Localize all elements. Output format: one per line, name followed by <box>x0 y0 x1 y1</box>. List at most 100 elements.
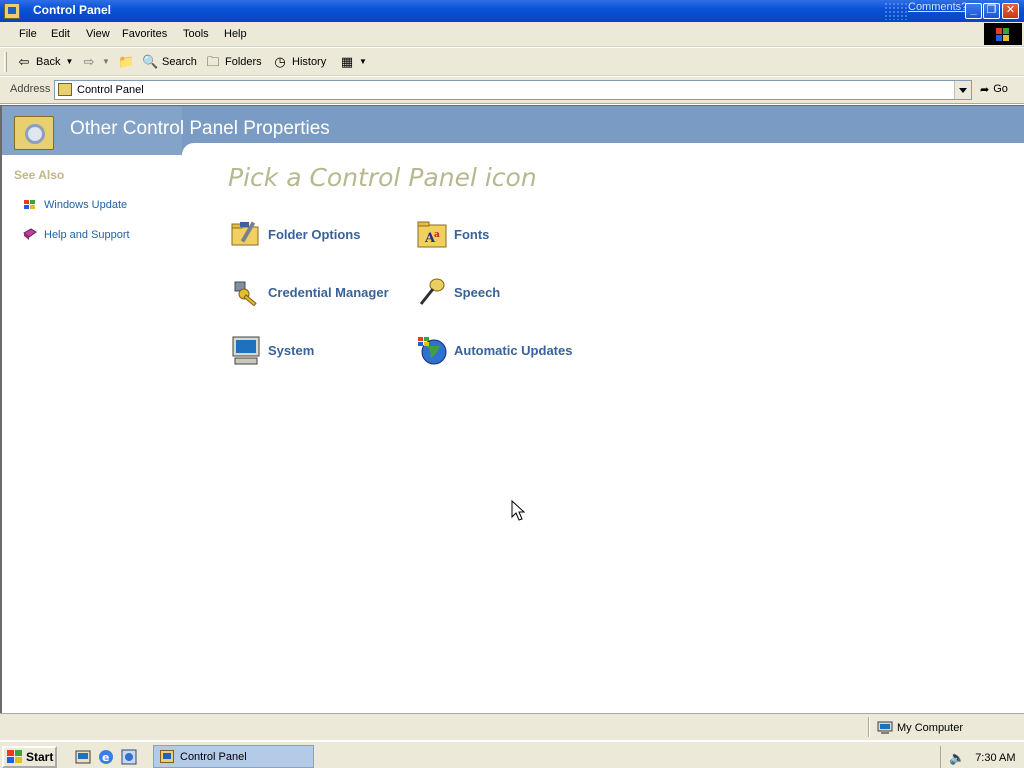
menu-favorites[interactable]: Favorites <box>122 28 167 40</box>
mouse-pointer-icon <box>511 500 525 521</box>
address-label: Address <box>10 83 51 95</box>
taskbar-task-label: Control Panel <box>180 750 247 763</box>
system-label: System <box>268 342 315 358</box>
menu-file[interactable]: File <box>19 28 37 40</box>
start-button[interactable]: Start <box>2 746 57 768</box>
folders-label: Folders <box>225 56 262 68</box>
standard-toolbar: ⇦ Back ▼ ⇨ ▼ 📁 🔍 Search 🗀 Folders ◷ Hist… <box>0 48 1024 76</box>
header-banner: Other Control Panel Properties <box>2 106 1024 155</box>
zone-indicator: My Computer <box>877 721 963 735</box>
history-icon: ◷ <box>274 54 286 69</box>
folder-options-icon <box>231 221 259 246</box>
see-also-panel: See Also Windows Update Help and Support <box>14 168 130 250</box>
automatic-updates-label: Automatic Updates <box>454 342 573 358</box>
restore-button[interactable]: ❐ <box>983 3 1000 19</box>
start-label: Start <box>26 750 54 764</box>
system-tray: 🔈 7:30 AM <box>940 746 1024 768</box>
my-computer-icon <box>877 721 893 734</box>
folder-options-label: Folder Options <box>268 226 361 242</box>
status-bar: My Computer <box>0 713 1024 740</box>
folder-options-item[interactable]: Folder Options <box>230 218 360 250</box>
svg-text:e: e <box>102 751 109 764</box>
control-panel-icon <box>58 83 72 96</box>
menu-view[interactable]: View <box>86 28 110 40</box>
svg-text:a: a <box>434 230 440 240</box>
windows-update-link[interactable]: Windows Update <box>14 190 130 220</box>
explorer-icon[interactable] <box>120 748 138 766</box>
up-folder-icon: 📁 <box>118 54 135 69</box>
menu-edit[interactable]: Edit <box>51 28 70 40</box>
speech-item[interactable]: Speech <box>416 276 500 308</box>
views-icon: ▦ <box>340 54 354 69</box>
history-label: History <box>292 56 327 68</box>
windows-update-label: Windows Update <box>44 199 128 211</box>
clock[interactable]: 7:30 AM <box>975 752 1015 764</box>
address-dropdown-button[interactable] <box>954 81 971 99</box>
banner-title: Other Control Panel Properties <box>70 118 330 139</box>
control-panel-icon <box>160 750 174 763</box>
show-desktop-icon[interactable] <box>74 748 92 766</box>
go-button[interactable]: ➦ Go <box>980 83 1008 96</box>
toolbar-grip[interactable] <box>4 52 7 72</box>
forward-button[interactable]: ⇨ ▼ <box>81 55 111 69</box>
control-panel-folder-icon <box>14 116 54 150</box>
views-button[interactable]: ▦ ▼ <box>339 55 367 69</box>
address-bar: Address Control Panel ➦ Go <box>0 77 1024 104</box>
speech-label: Speech <box>454 284 501 300</box>
menu-help[interactable]: Help <box>224 28 247 40</box>
help-book-icon <box>23 228 37 240</box>
taskbar-control-panel[interactable]: Control Panel <box>153 745 314 768</box>
banner-tab <box>182 143 1024 155</box>
back-button[interactable]: ⇦ Back ▼ <box>16 55 74 69</box>
globe-icon <box>418 337 447 365</box>
menu-bar: File Edit View Favorites Tools Help <box>0 22 1024 47</box>
pick-heading: Pick a Control Panel icon <box>228 163 537 192</box>
minimize-button[interactable]: _ <box>965 3 982 19</box>
folders-icon: 🗀 <box>206 54 220 69</box>
forward-arrow-icon: ⇨ <box>83 54 95 69</box>
system-item[interactable]: System <box>230 334 314 366</box>
folders-button[interactable]: 🗀 Folders <box>205 54 262 69</box>
see-also-header: See Also <box>14 168 65 182</box>
automatic-updates-item[interactable]: Automatic Updates <box>416 334 572 366</box>
zone-label: My Computer <box>897 722 964 734</box>
address-input[interactable]: Control Panel <box>54 80 972 100</box>
help-and-support-link[interactable]: Help and Support <box>14 220 130 250</box>
volume-icon[interactable]: 🔈 <box>949 750 965 766</box>
go-arrow-icon: ➦ <box>980 84 990 96</box>
chevron-down-icon[interactable]: ▼ <box>101 55 111 69</box>
up-folder-button[interactable]: 📁 <box>118 55 134 69</box>
microphone-icon <box>419 278 445 305</box>
go-label: Go <box>993 83 1008 95</box>
computer-icon <box>232 336 260 365</box>
windows-logo-icon <box>984 23 1022 45</box>
taskbar: Start e Control Panel 🔈 7:30 AM <box>0 740 1024 768</box>
credential-manager-label: Credential Manager <box>268 284 389 300</box>
help-and-support-label: Help and Support <box>44 229 130 241</box>
menu-tools[interactable]: Tools <box>183 28 209 40</box>
fonts-label: Fonts <box>454 226 490 242</box>
address-value: Control Panel <box>77 84 144 96</box>
credential-manager-item[interactable]: Credential Manager <box>230 276 389 308</box>
title-bar[interactable]: Control Panel Comments? _ ❐ ✕ <box>0 0 1024 22</box>
close-button[interactable]: ✕ <box>1002 3 1019 19</box>
search-label: Search <box>162 56 197 68</box>
chevron-down-icon[interactable]: ▼ <box>64 55 74 69</box>
search-icon: 🔍 <box>142 54 159 69</box>
back-arrow-icon: ⇦ <box>18 54 30 69</box>
fonts-item[interactable]: Aa Fonts <box>416 218 489 250</box>
windows-update-icon <box>24 200 35 209</box>
fonts-folder-icon: Aa <box>417 221 447 248</box>
content-pane: Other Control Panel Properties See Also … <box>0 105 1024 713</box>
status-divider <box>868 717 870 737</box>
comments-link[interactable]: Comments? <box>908 1 967 13</box>
internet-explorer-icon[interactable]: e <box>97 748 115 766</box>
search-button[interactable]: 🔍 Search <box>142 55 197 69</box>
control-panel-icon <box>4 3 20 19</box>
windows-flag-icon <box>7 750 23 764</box>
window-title: Control Panel <box>33 3 112 17</box>
gear-icon <box>25 124 45 144</box>
history-button[interactable]: ◷ History <box>272 55 326 69</box>
back-label: Back <box>36 56 61 68</box>
titlebar-decoration <box>884 2 908 20</box>
